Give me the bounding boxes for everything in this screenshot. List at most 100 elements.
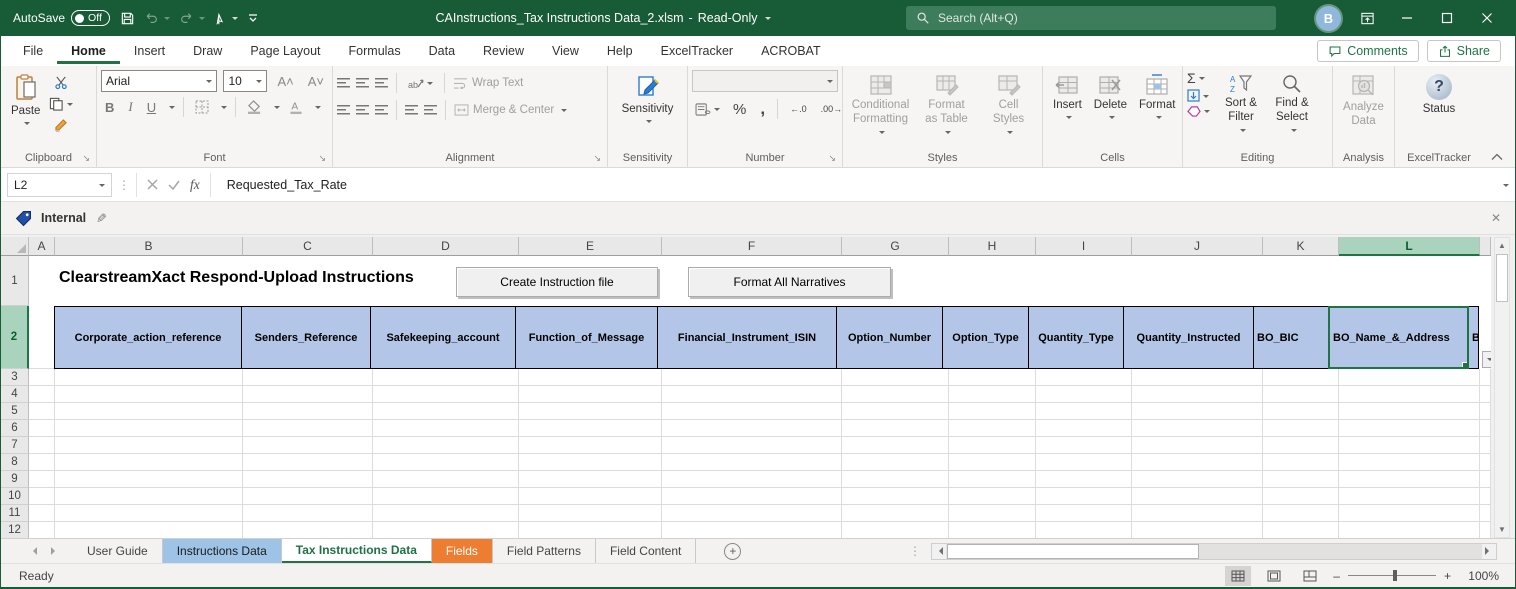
- sort-filter-button[interactable]: AZ Sort & Filter: [1216, 70, 1266, 137]
- cell-K6[interactable]: [1263, 420, 1339, 437]
- sheet-tab-field-content[interactable]: Field Content: [596, 539, 696, 563]
- cell-G11[interactable]: [842, 505, 949, 522]
- cell-J8[interactable]: [1132, 454, 1263, 471]
- cell-M7[interactable]: [1480, 437, 1491, 454]
- column-header-I[interactable]: I: [1036, 237, 1132, 256]
- cell-L8[interactable]: [1339, 454, 1480, 471]
- header-cell-D2[interactable]: Safekeeping_account: [370, 306, 516, 369]
- font-color-icon[interactable]: A: [286, 98, 306, 116]
- cell-G10[interactable]: [842, 488, 949, 505]
- share-button[interactable]: Share: [1427, 40, 1501, 62]
- document-title[interactable]: CAInstructions_Tax Instructions Data_2.x…: [301, 11, 906, 25]
- zoom-out-icon[interactable]: –: [1333, 569, 1340, 583]
- cell-H10[interactable]: [949, 488, 1036, 505]
- cell-H7[interactable]: [949, 437, 1036, 454]
- cell-D3[interactable]: [373, 369, 519, 386]
- align-center-icon[interactable]: [356, 105, 369, 115]
- formula-input[interactable]: Requested_Tax_Rate: [217, 173, 1494, 197]
- cell-L5[interactable]: [1339, 403, 1480, 420]
- cell-L6[interactable]: [1339, 420, 1480, 437]
- cell-K3[interactable]: [1263, 369, 1339, 386]
- tab-exceltracker[interactable]: ExcelTracker: [647, 38, 747, 64]
- cell-F5[interactable]: [662, 403, 842, 420]
- cell-F12[interactable]: [662, 522, 842, 538]
- cell-A6[interactable]: [29, 420, 55, 437]
- redo-icon[interactable]: [179, 11, 205, 25]
- tab-data[interactable]: Data: [415, 38, 469, 64]
- cell-D10[interactable]: [373, 488, 519, 505]
- cell-A2[interactable]: [29, 306, 55, 369]
- cell-B7[interactable]: [55, 437, 243, 454]
- decrease-indent-icon[interactable]: [405, 105, 418, 115]
- cell-K11[interactable]: [1263, 505, 1339, 522]
- cut-icon[interactable]: [46, 74, 76, 91]
- cell-C4[interactable]: [243, 386, 373, 403]
- decrease-decimal-icon[interactable]: .00→: [817, 103, 847, 115]
- cell-F6[interactable]: [662, 420, 842, 437]
- cell-E3[interactable]: [519, 369, 662, 386]
- merge-center-button[interactable]: Merge & Center: [454, 103, 567, 117]
- format-cells-button[interactable]: Format: [1133, 70, 1181, 124]
- zoom-slider-thumb[interactable]: [1393, 570, 1397, 581]
- fill-color-icon[interactable]: [244, 98, 265, 116]
- close-button[interactable]: [1473, 4, 1501, 32]
- collapse-ribbon-icon[interactable]: [1491, 153, 1503, 161]
- sheet-tab-field-patterns[interactable]: Field Patterns: [493, 539, 596, 563]
- increase-decimal-icon[interactable]: ←.0: [786, 103, 811, 115]
- cell-A5[interactable]: [29, 403, 55, 420]
- touch-mode-icon[interactable]: [214, 11, 238, 26]
- tab-page-layout[interactable]: Page Layout: [236, 38, 334, 64]
- vertical-scroll-thumb[interactable]: [1496, 254, 1508, 302]
- font-family-select[interactable]: Arial: [101, 70, 217, 92]
- analyze-data-button[interactable]: Analyze Data: [1337, 70, 1390, 133]
- cell-G12[interactable]: [842, 522, 949, 538]
- prev-sheet-icon[interactable]: [29, 547, 37, 555]
- row-header-8[interactable]: 8: [1, 454, 29, 471]
- tab-insert[interactable]: Insert: [120, 38, 179, 64]
- cell-C10[interactable]: [243, 488, 373, 505]
- cell-I8[interactable]: [1036, 454, 1132, 471]
- name-box[interactable]: L2: [7, 173, 112, 197]
- tab-draw[interactable]: Draw: [179, 38, 236, 64]
- vertical-scrollbar[interactable]: ▲ ▼: [1494, 237, 1510, 538]
- cell-K9[interactable]: [1263, 471, 1339, 488]
- comma-style-icon[interactable]: ,: [756, 98, 769, 120]
- wrap-text-button[interactable]: Wrap Text: [453, 76, 523, 90]
- column-header-A[interactable]: A: [29, 237, 55, 256]
- cell-D6[interactable]: [373, 420, 519, 437]
- cell-L11[interactable]: [1339, 505, 1480, 522]
- cell-A12[interactable]: [29, 522, 55, 538]
- column-header-J[interactable]: J: [1132, 237, 1263, 256]
- cell-B12[interactable]: [55, 522, 243, 538]
- column-header-G[interactable]: G: [842, 237, 949, 256]
- expand-formula-bar-icon[interactable]: [1503, 184, 1509, 190]
- cell-C12[interactable]: [243, 522, 373, 538]
- cell-B9[interactable]: [55, 471, 243, 488]
- tab-file[interactable]: File: [9, 38, 57, 64]
- cell-B6[interactable]: [55, 420, 243, 437]
- page-layout-view-button[interactable]: [1261, 566, 1287, 586]
- cell-J4[interactable]: [1132, 386, 1263, 403]
- row-header-6[interactable]: 6: [1, 420, 29, 437]
- cell-I10[interactable]: [1036, 488, 1132, 505]
- cell-E9[interactable]: [519, 471, 662, 488]
- format-all-narratives-button[interactable]: Format All Narratives: [688, 267, 891, 297]
- cell-K7[interactable]: [1263, 437, 1339, 454]
- cell-I9[interactable]: [1036, 471, 1132, 488]
- autosave-toggle[interactable]: AutoSave Off: [13, 10, 110, 26]
- search-box[interactable]: Search (Alt+Q): [906, 6, 1276, 30]
- cell-M3[interactable]: [1480, 369, 1491, 386]
- cell-M8[interactable]: [1480, 454, 1491, 471]
- page-break-preview-button[interactable]: [1297, 566, 1323, 586]
- cell-A7[interactable]: [29, 437, 55, 454]
- insert-cells-button[interactable]: Insert: [1047, 70, 1088, 124]
- cell-A3[interactable]: [29, 369, 55, 386]
- bold-button[interactable]: B: [101, 99, 118, 116]
- cell-F3[interactable]: [662, 369, 842, 386]
- header-cell-G2[interactable]: Option_Number: [836, 306, 943, 369]
- align-top-icon[interactable]: [337, 78, 350, 88]
- tab-help[interactable]: Help: [593, 38, 647, 64]
- cell-J10[interactable]: [1132, 488, 1263, 505]
- cell-I5[interactable]: [1036, 403, 1132, 420]
- cell-K4[interactable]: [1263, 386, 1339, 403]
